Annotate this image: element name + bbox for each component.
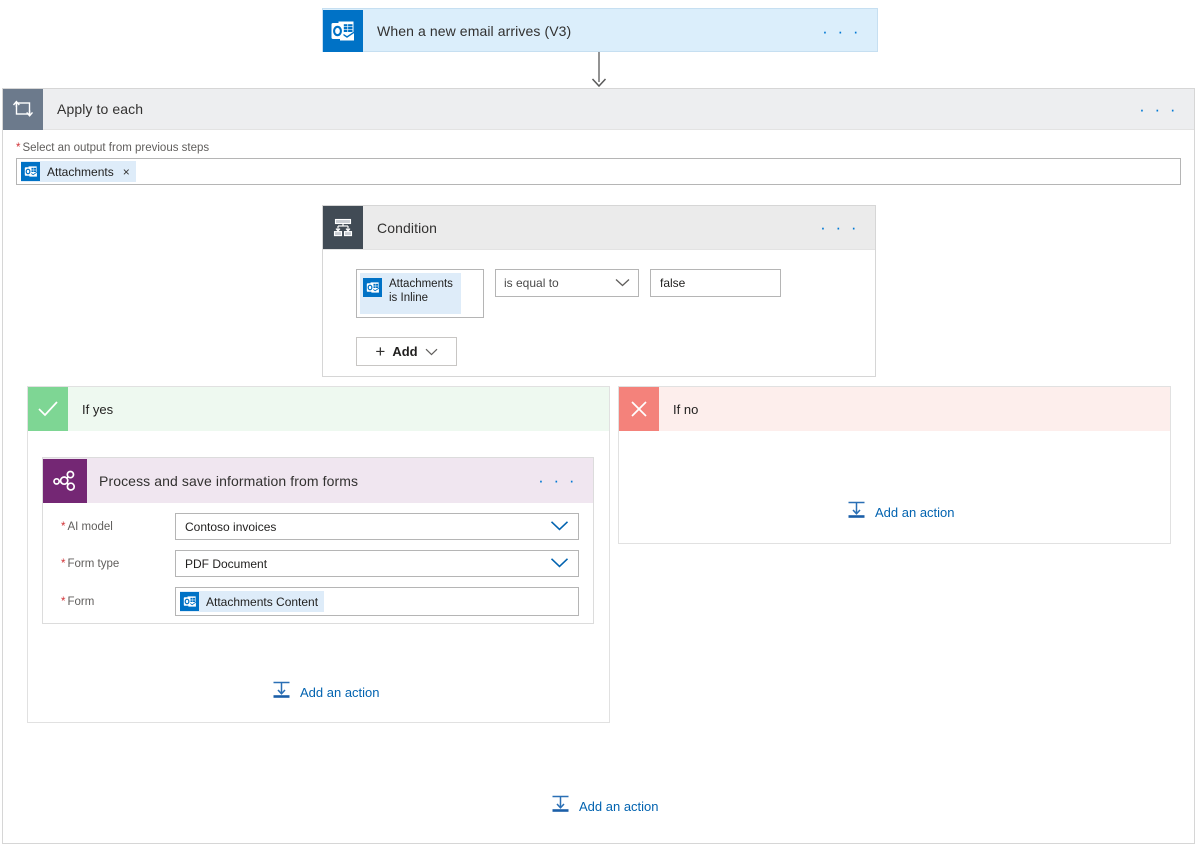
ai-model-dropdown[interactable]: Contoso invoices (175, 513, 579, 540)
outlook-icon (180, 592, 199, 611)
apply-to-each-header[interactable]: Apply to each · · · (3, 89, 1194, 130)
form-type-row: *Form type PDF Document (53, 550, 579, 577)
trigger-menu-button[interactable]: · · · (822, 23, 877, 40)
trigger-title: When a new email arrives (V3) (363, 23, 571, 39)
ai-builder-fields: *AI model Contoso invoices *Form type PD… (43, 503, 593, 616)
form-type-value: PDF Document (185, 557, 267, 571)
ai-builder-action-card: Process and save information from forms … (42, 457, 594, 624)
apply-to-each-menu-button[interactable]: · · · (1139, 101, 1194, 118)
form-type-label-text: Form type (67, 558, 119, 570)
condition-row: Attachments is Inline is equal to false (356, 269, 875, 318)
if-yes-title: If yes (68, 402, 113, 417)
attachments-content-token[interactable]: Attachments Content (180, 591, 324, 612)
form-label: *Form (53, 596, 175, 608)
condition-card: Condition · · · (322, 205, 876, 377)
form-token-label: Attachments Content (206, 595, 318, 609)
add-action-if-yes-label: Add an action (300, 685, 380, 700)
form-label-text: Form (67, 596, 94, 608)
condition-operator-value: is equal to (504, 276, 559, 290)
scope-field-label: *Select an output from previous steps (16, 142, 1181, 154)
apply-to-each-body: *Select an output from previous steps (3, 130, 1194, 185)
required-asterisk: * (16, 142, 20, 154)
ai-model-label: *AI model (53, 521, 175, 533)
add-action-if-no-label: Add an action (875, 505, 955, 520)
form-type-dropdown[interactable]: PDF Document (175, 550, 579, 577)
form-token-input[interactable]: Attachments Content (175, 587, 579, 616)
outlook-icon (323, 10, 363, 52)
if-no-title: If no (659, 402, 698, 417)
condition-operand-token[interactable]: Attachments is Inline (360, 273, 461, 314)
required-asterisk: * (61, 558, 65, 570)
scope-output-input[interactable]: Attachments × (16, 158, 1181, 185)
if-yes-header: If yes (28, 387, 609, 431)
condition-operand-input[interactable]: Attachments is Inline (356, 269, 484, 318)
operand-line-1: Attachments (389, 277, 453, 291)
flow-designer-canvas: When a new email arrives (V3) · · · Appl… (0, 0, 1197, 848)
add-condition-label: Add (392, 344, 417, 359)
close-icon[interactable]: × (123, 166, 130, 178)
apply-to-each-title: Apply to each (43, 101, 143, 117)
outlook-icon (363, 278, 382, 297)
ai-model-label-text: AI model (67, 521, 112, 533)
insert-action-icon (551, 794, 570, 818)
insert-action-icon (847, 500, 866, 524)
condition-value-text: false (660, 276, 685, 290)
required-asterisk: * (61, 521, 65, 533)
plus-icon: + (375, 343, 385, 360)
down-arrow-icon (590, 52, 608, 88)
if-no-header: If no (619, 387, 1170, 431)
scope-field-label-text: Select an output from previous steps (22, 142, 209, 154)
attachments-token-label: Attachments (47, 165, 114, 179)
add-action-if-yes[interactable]: Add an action (272, 680, 380, 704)
form-type-label: *Form type (53, 558, 175, 570)
chevron-down-icon (550, 518, 569, 536)
attachments-token[interactable]: Attachments × (21, 161, 136, 182)
outlook-icon (21, 162, 40, 181)
condition-operator-select[interactable]: is equal to (495, 269, 639, 297)
condition-value-input[interactable]: false (650, 269, 781, 297)
add-action-scope-bottom[interactable]: Add an action (551, 794, 659, 818)
add-action-if-no[interactable]: Add an action (847, 500, 955, 524)
condition-menu-button[interactable]: · · · (820, 219, 875, 236)
add-action-scope-bottom-label: Add an action (579, 799, 659, 814)
chevron-down-icon (425, 343, 438, 361)
ai-builder-menu-button[interactable]: · · · (538, 472, 593, 489)
ai-model-row: *AI model Contoso invoices (53, 513, 579, 540)
ai-model-value: Contoso invoices (185, 520, 276, 534)
chevron-down-icon (615, 274, 630, 292)
close-x-icon (619, 387, 659, 431)
condition-branch-icon (323, 206, 363, 249)
condition-card-header[interactable]: Condition · · · (323, 206, 875, 250)
add-condition-button[interactable]: + Add (356, 337, 457, 366)
condition-body: Attachments is Inline is equal to false (323, 250, 875, 366)
connector-arrow (590, 52, 608, 88)
condition-operand-label: Attachments is Inline (389, 277, 453, 305)
loop-icon (3, 89, 43, 130)
operand-line-2: is Inline (389, 291, 453, 305)
insert-action-icon (272, 680, 291, 704)
trigger-card-header[interactable]: When a new email arrives (V3) · · · (323, 9, 877, 53)
condition-title: Condition (363, 220, 437, 236)
ai-builder-card-header[interactable]: Process and save information from forms … (43, 458, 593, 503)
ai-builder-title: Process and save information from forms (87, 473, 358, 489)
chevron-down-icon (550, 555, 569, 573)
ai-builder-icon (43, 459, 87, 503)
required-asterisk: * (61, 596, 65, 608)
trigger-card[interactable]: When a new email arrives (V3) · · · (322, 8, 878, 52)
form-row: *Form (53, 587, 579, 616)
checkmark-icon (28, 387, 68, 431)
